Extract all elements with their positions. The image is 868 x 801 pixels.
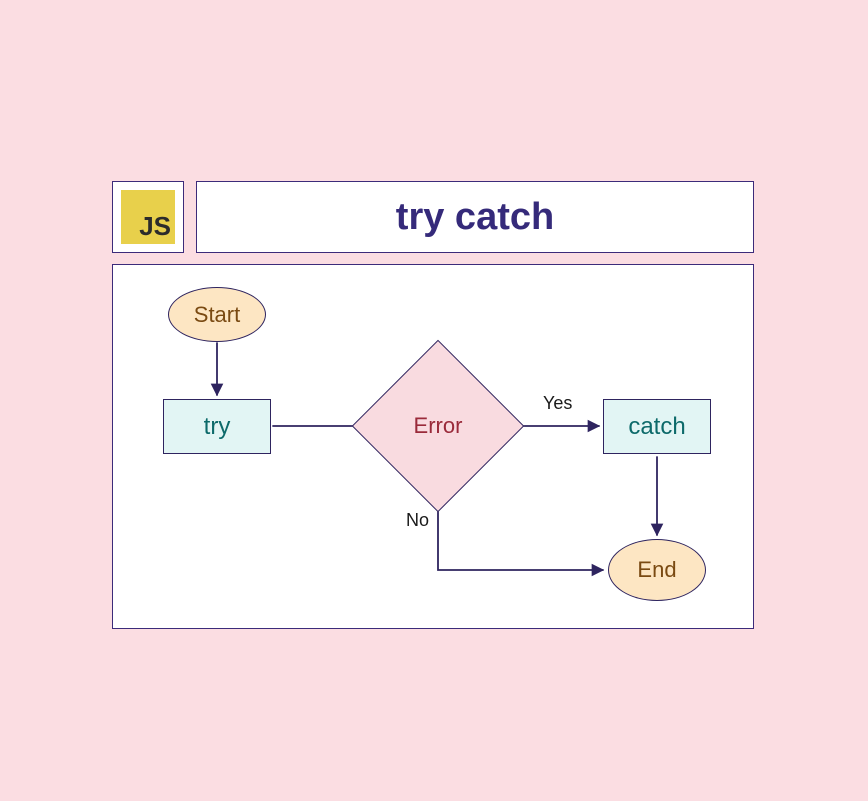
node-start: Start bbox=[168, 287, 266, 342]
edge-label-yes: Yes bbox=[543, 393, 572, 414]
title-box: try catch bbox=[196, 181, 754, 253]
flowchart-canvas: Start try Error catch End Yes No bbox=[112, 264, 754, 629]
diagram-title: try catch bbox=[396, 196, 554, 239]
logo-box: JS bbox=[112, 181, 184, 253]
node-error-label: Error bbox=[414, 413, 463, 439]
logo-text: JS bbox=[139, 211, 175, 244]
edge-label-no: No bbox=[406, 510, 429, 531]
node-try-label: try bbox=[204, 413, 231, 441]
node-error: Error bbox=[353, 341, 523, 511]
node-try: try bbox=[163, 399, 271, 454]
node-end-label: End bbox=[637, 557, 676, 583]
node-end: End bbox=[608, 539, 706, 601]
diagram-stage: JS try catch bbox=[0, 0, 868, 801]
node-catch-label: catch bbox=[628, 413, 685, 441]
js-logo-icon: JS bbox=[121, 190, 175, 244]
node-start-label: Start bbox=[194, 302, 240, 328]
node-catch: catch bbox=[603, 399, 711, 454]
